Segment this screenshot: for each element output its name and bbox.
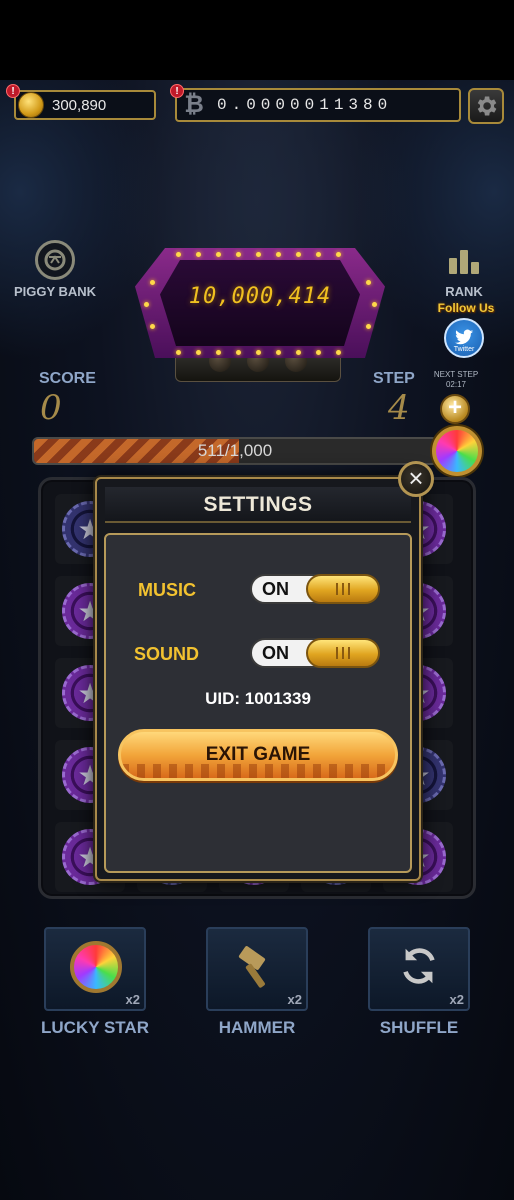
bulb-light [176,350,181,355]
music-label: MUSIC [138,580,196,600]
hammer-icon [238,946,266,988]
coins-value: 300,890 [52,96,107,114]
next-step-label: NEXT STEP [433,370,479,379]
bulb-light [316,252,321,257]
coin-icon [18,92,44,118]
bulb-light [336,252,341,257]
twitter-label: Twitter [453,346,475,353]
exit-game-button[interactable]: EXIT GAME [118,729,398,781]
rank-button[interactable]: RANK [432,240,496,299]
follow-us-label: Follow Us [437,301,495,315]
bulb-light [150,324,155,329]
bulb-light [372,302,377,307]
step-label: STEP [373,370,415,387]
lucky-star-label: LUCKY STAR [41,1018,149,1037]
status-bar [0,0,514,80]
bulb-light [296,350,301,355]
settings-button[interactable] [468,88,504,124]
settings-header: SETTINGS [105,487,411,523]
btc-balance[interactable]: ₿ 0.0000011380 [175,88,461,122]
gear-icon [477,96,497,116]
settings-title: SETTINGS [203,493,313,516]
music-toggle[interactable]: ON [250,574,380,604]
bulb-light [176,252,181,257]
btc-value: 0.0000011380 [217,96,393,114]
lucky-star-booster[interactable]: x2 [44,927,146,1011]
user-id: UID: 1001339 [205,689,311,708]
coins-balance[interactable]: 300,890 [14,90,156,120]
score-label: SCORE [39,370,96,387]
bulb-light [196,252,201,257]
rainbow-ball-icon[interactable] [432,426,482,476]
booster-count: x2 [449,992,464,1007]
booster-count: x2 [287,992,302,1007]
bulb-light [236,350,241,355]
jackpot-value: 10,000,414 [188,284,332,309]
hammer-label: HAMMER [218,1018,296,1037]
coins-alert-badge: ! [6,84,20,98]
bulb-light [236,252,241,257]
bulb-light [336,350,341,355]
toggle-knob [306,638,380,668]
bulb-light [216,252,221,257]
shuffle-icon [403,948,435,984]
next-step-timer: NEXT STEP 02:17 [424,370,488,390]
rank-icon [444,240,484,280]
progress-bar: 511/1,000 [32,437,438,465]
rainbow-ball-icon [70,941,122,993]
bulb-light [256,252,261,257]
music-toggle-state: ON [262,579,289,599]
piggy-bank-button[interactable]: PIGGY BANK [8,240,102,299]
bulb-light [196,350,201,355]
sound-label: SOUND [134,644,200,664]
shuffle-booster[interactable]: x2 [368,927,470,1011]
exit-game-label: EXIT GAME [205,744,311,765]
bulb-light [366,324,371,329]
toggle-knob [306,574,380,604]
next-step-time: 02:17 [445,380,467,389]
twitter-button[interactable]: Twitter [444,318,484,358]
close-settings-button[interactable]: × [398,461,434,497]
exit-button-decoration [121,764,395,778]
sound-toggle[interactable]: ON [250,638,380,668]
bulb-light [150,280,155,285]
bitcoin-icon: ₿ [184,91,204,118]
bulb-light [316,350,321,355]
add-steps-button[interactable]: + [440,394,470,424]
btc-alert-badge: ! [170,84,184,98]
bulb-light [366,280,371,285]
bulb-light [276,252,281,257]
shuffle-label: SHUFFLE [379,1018,459,1037]
piggy-bank-icon [35,240,75,280]
rank-label: RANK [445,284,483,299]
piggy-bank-label: PIGGY BANK [13,284,97,299]
bulb-light [216,350,221,355]
bulb-light [256,350,261,355]
game-screen: 300,890 ! ₿ 0.0000011380 ! PIGGY BANK RA… [0,80,514,1200]
bulb-light [144,302,149,307]
progress-text: 511/1,000 [197,441,273,460]
step-value: 4 [388,388,410,428]
sound-toggle-state: ON [262,643,289,663]
score-value: 0 [40,388,62,428]
twitter-bird-icon [454,329,474,345]
bulb-light [296,252,301,257]
booster-count: x2 [125,992,140,1007]
hammer-booster[interactable]: x2 [206,927,308,1011]
bulb-light [276,350,281,355]
